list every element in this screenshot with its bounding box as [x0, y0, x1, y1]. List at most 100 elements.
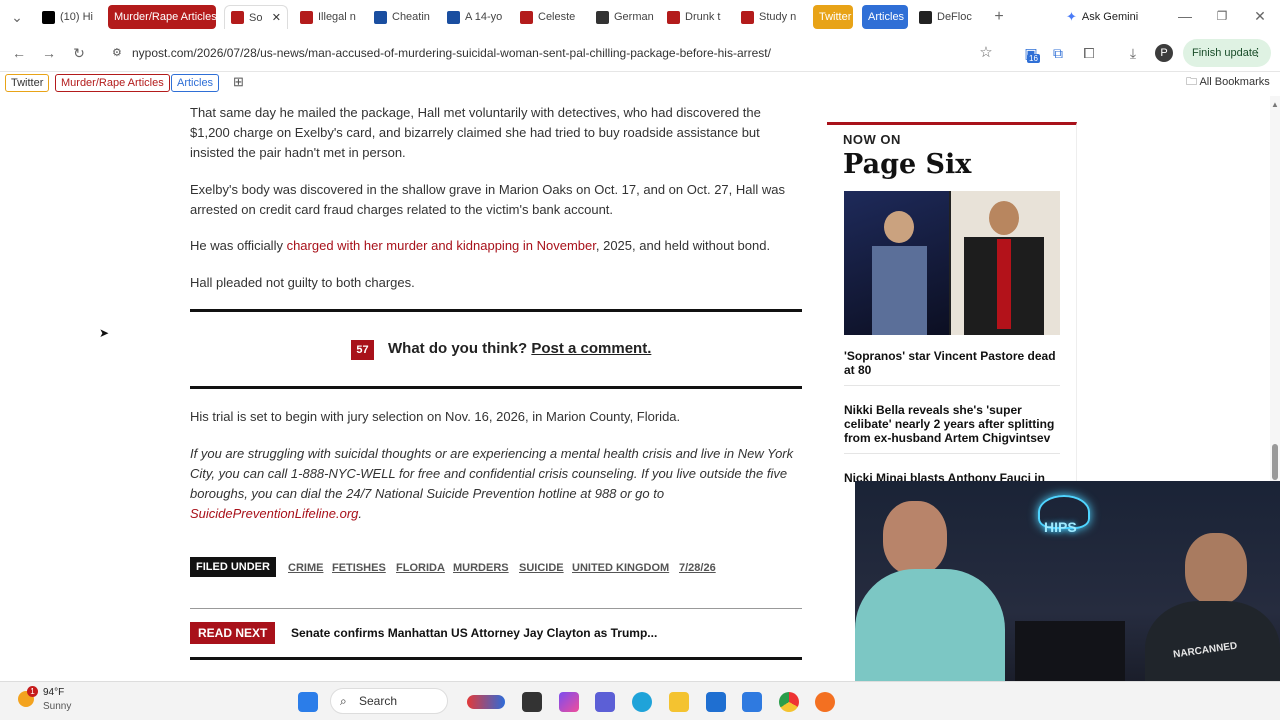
- photo-figure: [872, 246, 927, 335]
- tab[interactable]: Illegal n: [294, 5, 360, 29]
- divider: [190, 657, 802, 660]
- charged-link[interactable]: charged with her murder and kidnapping i…: [287, 238, 596, 253]
- menu-icon: ⋮: [1252, 47, 1263, 59]
- restore-button[interactable]: ❐: [1213, 7, 1231, 25]
- edge-icon[interactable]: [632, 692, 652, 712]
- tab-favicon-icon: [374, 10, 387, 24]
- scrollbar-thumb[interactable]: [1272, 444, 1278, 480]
- tab-favicon-icon: [300, 10, 313, 24]
- file-explorer-icon[interactable]: [669, 692, 689, 712]
- store-icon[interactable]: [706, 692, 726, 712]
- tab-search-chevron-icon[interactable]: ⌄: [8, 8, 26, 26]
- tab[interactable]: (10) Hi: [36, 5, 102, 29]
- all-bookmarks-label: All Bookmarks: [1199, 76, 1270, 88]
- widget-icon[interactable]: [467, 695, 505, 709]
- reload-icon[interactable]: ↻: [70, 44, 88, 62]
- mail-icon[interactable]: [742, 692, 762, 712]
- bookmark-star-icon[interactable]: ☆: [977, 44, 995, 62]
- bookmarks-bar: Twitter Murder/Rape Articles Articles ⊞ …: [0, 72, 1280, 96]
- minimize-button[interactable]: —: [1176, 7, 1194, 25]
- article-paragraph: That same day he mailed the package, Hal…: [190, 105, 761, 160]
- close-tab-icon[interactable]: ✕: [272, 11, 281, 24]
- all-bookmarks-button[interactable]: 🗀 All Bookmarks: [1181, 74, 1275, 92]
- finish-update-button[interactable]: Finish update ⋮: [1183, 39, 1271, 67]
- url-text: nypost.com/2026/07/28/us-news/man-accuse…: [132, 46, 771, 60]
- tab[interactable]: German: [590, 5, 656, 29]
- firefox-icon[interactable]: [815, 692, 835, 712]
- bookmark-twitter[interactable]: Twitter: [5, 74, 50, 92]
- tab[interactable]: Twitter: [813, 5, 853, 29]
- chrome-icon[interactable]: [779, 692, 799, 712]
- page-six-logo[interactable]: Page Six: [843, 149, 971, 180]
- divider: [190, 386, 802, 389]
- filed-under-tag[interactable]: FLORIDA: [396, 558, 445, 578]
- filed-under-tag[interactable]: UNITED KINGDOM: [572, 558, 669, 578]
- copilot-icon[interactable]: [559, 692, 579, 712]
- tab-favicon-icon: [520, 10, 533, 24]
- taskbar-search[interactable]: ⌕ Search: [330, 688, 448, 714]
- bookmark-murder-rape-articles[interactable]: Murder/Rape Articles: [55, 74, 170, 92]
- apps-grid-icon[interactable]: ⊞: [228, 74, 249, 92]
- filed-under-tag[interactable]: 7/28/26: [679, 558, 716, 578]
- tab-label: Twitter: [819, 11, 852, 23]
- filed-under-tag[interactable]: SUICIDE: [519, 558, 564, 578]
- app-icon[interactable]: [522, 692, 542, 712]
- ask-gemini-button[interactable]: ✦ Ask Gemini: [1066, 9, 1138, 25]
- crisis-text: If you are struggling with suicidal thou…: [190, 446, 794, 501]
- teams-icon[interactable]: [595, 692, 615, 712]
- windows-start-icon[interactable]: [298, 692, 318, 712]
- tab[interactable]: Cheatin: [368, 5, 434, 29]
- photo-face: [989, 201, 1019, 235]
- divider: [190, 309, 802, 312]
- tab[interactable]: DeFloc: [913, 5, 979, 29]
- scroll-up-icon[interactable]: ▲: [1271, 100, 1279, 109]
- filed-under-tag[interactable]: FETISHES: [332, 558, 386, 578]
- tab[interactable]: Celeste: [514, 5, 580, 29]
- url-bar[interactable]: ⚙ nypost.com/2026/07/28/us-news/man-accu…: [104, 39, 964, 67]
- divider: [190, 608, 802, 609]
- mouse-cursor-icon: ➤: [99, 326, 110, 340]
- tab-label: Illegal n: [318, 11, 356, 23]
- tab[interactable]: Drunk t: [661, 5, 727, 29]
- comment-question: What do you think?: [388, 340, 528, 357]
- tab[interactable]: A 14-yo: [441, 5, 507, 29]
- new-tab-button[interactable]: +: [990, 8, 1008, 26]
- back-icon[interactable]: ←: [10, 44, 28, 62]
- bookmark-articles[interactable]: Articles: [171, 74, 220, 92]
- read-next-link[interactable]: Senate confirms Manhattan US Attorney Ja…: [291, 622, 657, 644]
- close-window-button[interactable]: ✕: [1251, 7, 1269, 25]
- tab[interactable]: So ✕: [224, 5, 288, 29]
- windows-taskbar: 1 94°F Sunny ⌕ Search: [0, 681, 1280, 720]
- site-info-icon[interactable]: ⚙: [112, 39, 122, 67]
- ask-gemini-label: Ask Gemini: [1081, 11, 1139, 23]
- download-icon[interactable]: ⤓: [1124, 44, 1142, 62]
- tab-favicon-icon: [919, 10, 932, 24]
- tab[interactable]: Articles: [862, 5, 908, 29]
- article-paragraph: Hall pleaded not guilty to both charges.: [190, 275, 415, 290]
- filed-under-tag[interactable]: CRIME: [288, 558, 323, 578]
- tab-favicon-icon: [596, 10, 609, 24]
- photo-shirt: [997, 239, 1011, 329]
- p3-text: He was officially: [190, 238, 287, 253]
- weather-desc[interactable]: Sunny: [43, 701, 71, 712]
- tab[interactable]: Study n: [735, 5, 805, 29]
- sidebar-headline[interactable]: 'Sopranos' star Vincent Pastore dead at …: [844, 349, 1060, 386]
- filed-under-tag[interactable]: MURDERS: [453, 558, 509, 578]
- profile-avatar[interactable]: P: [1155, 44, 1173, 62]
- comment-count-badge[interactable]: 57: [351, 340, 374, 360]
- weather-temp[interactable]: 94°F: [43, 687, 64, 698]
- forward-icon[interactable]: →: [40, 44, 58, 62]
- extension2-icon[interactable]: ⧉: [1049, 44, 1067, 62]
- comment-prompt: What do you think? Post a comment.: [388, 340, 651, 357]
- tab-label: A 14-yo: [465, 11, 503, 23]
- sidebar-image[interactable]: [844, 191, 1060, 335]
- extensions-puzzle-icon[interactable]: ⧠: [1080, 44, 1098, 62]
- tab-label: German: [614, 11, 654, 23]
- post-comment-link[interactable]: Post a comment.: [531, 340, 651, 357]
- neon-sign-text: HIPS: [1044, 519, 1077, 535]
- host-right-head: [1185, 533, 1247, 605]
- lifeline-link[interactable]: SuicidePreventionLifeline.org: [190, 506, 358, 521]
- tab[interactable]: Murder/Rape Articles: [108, 5, 216, 29]
- article-paragraph: Exelby's body was discovered in the shal…: [190, 182, 785, 217]
- sidebar-headline[interactable]: Nikki Bella reveals she's 'super celibat…: [844, 403, 1060, 454]
